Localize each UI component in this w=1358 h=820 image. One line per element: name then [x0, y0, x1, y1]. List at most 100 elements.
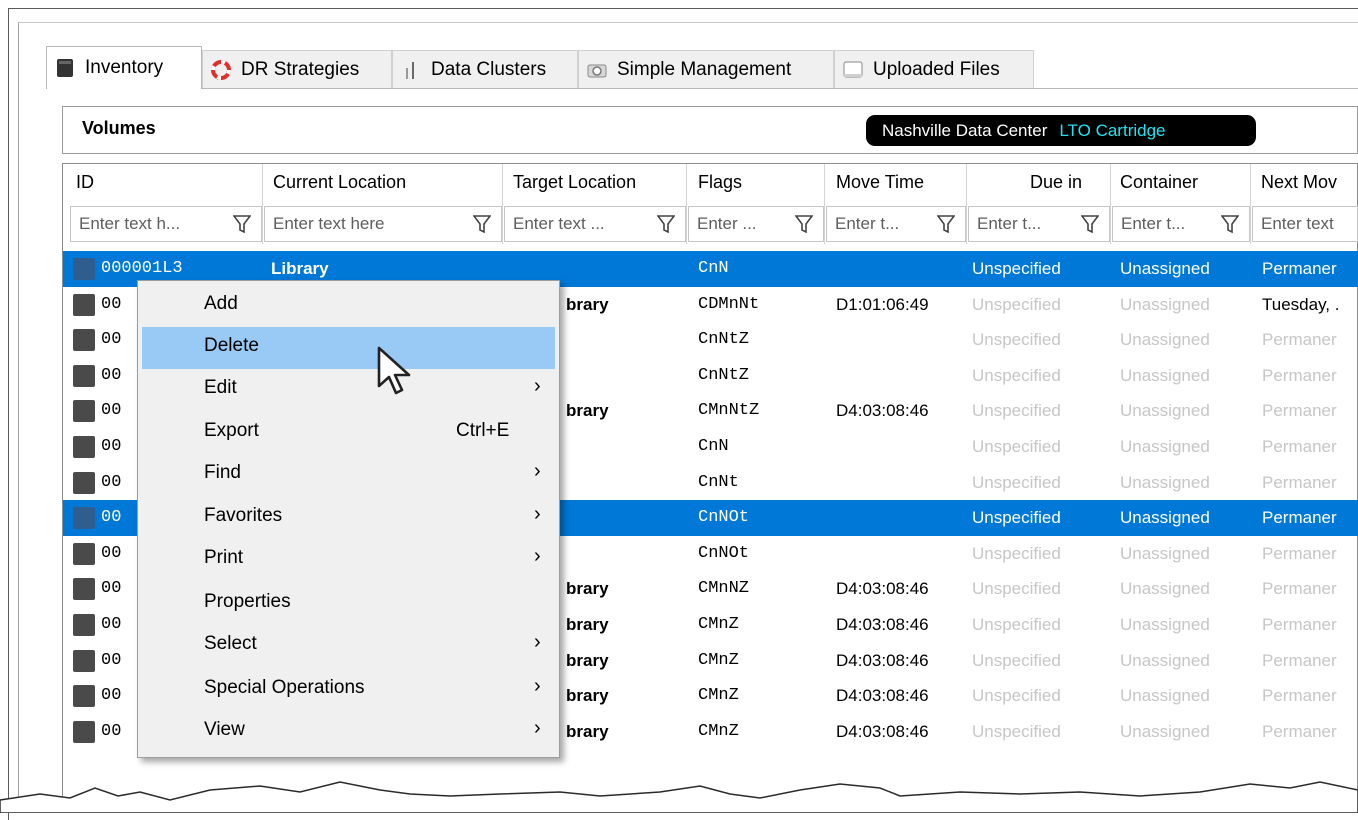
cell-next-move: Permaner [1262, 721, 1337, 741]
filter-next-move[interactable]: Enter text [1252, 206, 1358, 242]
tape-icon [73, 685, 95, 708]
cell-due-in: Unspecified [972, 259, 1061, 278]
filter-funnel-icon[interactable] [932, 207, 960, 241]
column-header-flags[interactable]: Flags [698, 172, 742, 193]
filter-placeholder: Enter text h... [79, 214, 181, 233]
filter-placeholder: Enter text here [273, 214, 385, 233]
cell-flags: CDMnNt [698, 294, 760, 314]
menu-shortcut: Ctrl+E [456, 420, 510, 441]
location-name: Nashville Data Center [882, 120, 1048, 140]
context-menu[interactable]: Add Delete Edit › Export Ctrl+E Find › Favorites… [137, 280, 560, 758]
column-header-due-in[interactable]: Due in [1030, 172, 1082, 193]
menu-item-properties[interactable]: Properties [142, 583, 555, 625]
window-icon [843, 61, 863, 77]
cell-move-time: D4:03:08:46 [836, 579, 929, 599]
cell-due-in: Unspecified [972, 615, 1061, 634]
column-divider[interactable] [824, 164, 825, 244]
tape-icon [73, 293, 95, 316]
cell-move-time: D4:03:08:46 [836, 686, 929, 706]
menu-item-find[interactable]: Find › [142, 454, 555, 496]
filter-placeholder: Enter t... [835, 214, 900, 233]
cell-container: Unassigned [1120, 330, 1210, 350]
location-badge[interactable]: Nashville Data Center LTO Cartridge [866, 115, 1256, 146]
cell-next-move: Permaner [1262, 259, 1337, 278]
menu-item-label: Add [204, 293, 238, 314]
tab-inventory[interactable]: Inventory [46, 46, 202, 89]
cell-flags: CnNOt [698, 543, 750, 563]
chevron-right-icon: › [534, 717, 541, 739]
cell-target-location: brary [566, 721, 609, 741]
column-header-current-location[interactable]: Current Location [273, 172, 406, 193]
filter-current-location[interactable]: Enter text here [264, 206, 502, 242]
menu-item-special-operations[interactable]: Special Operations › [142, 669, 555, 711]
cell-target-location: brary [566, 401, 609, 421]
tab-uploaded-files[interactable]: Uploaded Files [834, 50, 1034, 88]
menu-item-print[interactable]: Print › [142, 539, 555, 581]
menu-item-label: Find [204, 462, 241, 483]
column-header-container[interactable]: Container [1120, 172, 1198, 193]
tape-icon [73, 471, 95, 494]
cell-flags: CMnNtZ [698, 401, 760, 421]
cell-target-location: brary [566, 579, 609, 599]
cell-move-time: D4:03:08:46 [836, 401, 929, 421]
chevron-right-icon: › [534, 631, 541, 653]
filter-funnel-icon[interactable] [652, 207, 680, 241]
filter-funnel-icon[interactable] [790, 207, 818, 241]
tab-strip-line [46, 88, 1358, 89]
tape-icon [73, 542, 95, 565]
menu-item-favorites[interactable]: Favorites › [142, 497, 555, 539]
filter-funnel-icon[interactable] [468, 207, 496, 241]
cell-next-move: Permaner [1262, 543, 1337, 563]
filter-placeholder: Enter t... [977, 214, 1042, 233]
tab-data-clusters[interactable]: Data Clusters [392, 50, 578, 88]
cell-due-in: Unspecified [972, 686, 1061, 706]
cell-flags: CnN [698, 437, 729, 456]
column-header-id[interactable]: ID [76, 172, 94, 193]
filter-funnel-icon[interactable] [1076, 207, 1104, 241]
media-type: LTO Cartridge [1059, 120, 1166, 140]
chevron-right-icon: › [534, 675, 541, 697]
cell-move-time: D4:03:08:46 [836, 721, 929, 741]
cell-next-move: Permaner [1262, 401, 1337, 421]
chevron-right-icon: › [534, 545, 541, 567]
tab-dr-strategies[interactable]: DR Strategies [202, 50, 392, 88]
column-divider[interactable] [1250, 164, 1251, 244]
tape-icon [73, 258, 95, 280]
column-divider[interactable] [1110, 164, 1111, 244]
cell-next-move: Permaner [1262, 330, 1337, 350]
cell-container: Unassigned [1120, 401, 1210, 421]
cell-move-time: D4:03:08:46 [836, 650, 929, 670]
cell-due-in: Unspecified [972, 437, 1061, 456]
cell-next-move: Permaner [1262, 650, 1337, 670]
cell-id: 00 [101, 615, 122, 634]
cell-next-move: Permaner [1262, 615, 1337, 634]
menu-item-edit[interactable]: Edit › [142, 369, 555, 411]
menu-item-label: Edit [204, 377, 237, 398]
filter-funnel-icon[interactable] [228, 207, 256, 241]
cell-flags: CMnZ [698, 615, 739, 634]
tape-icon [73, 614, 95, 636]
cell-id: 00 [101, 579, 122, 599]
cell-id: 00 [101, 401, 122, 421]
tab-simple-management[interactable]: Simple Management [578, 50, 834, 88]
menu-item-delete[interactable]: Delete [142, 327, 555, 369]
column-header-next-move[interactable]: Next Mov [1261, 172, 1337, 193]
menu-item-export[interactable]: Export Ctrl+E [142, 412, 555, 454]
column-divider[interactable] [966, 164, 967, 244]
cell-next-move: Permaner [1262, 686, 1337, 706]
column-divider[interactable] [502, 164, 503, 244]
cell-container: Unassigned [1120, 508, 1210, 528]
menu-item-select[interactable]: Select › [142, 625, 555, 667]
menu-item-view[interactable]: View › [142, 711, 555, 753]
cell-next-move: Permaner [1262, 508, 1337, 528]
tape-icon [73, 436, 95, 458]
column-divider[interactable] [686, 164, 687, 244]
cell-container: Unassigned [1120, 543, 1210, 563]
column-header-move-time[interactable]: Move Time [836, 172, 924, 193]
column-header-target-location[interactable]: Target Location [513, 172, 636, 193]
column-divider[interactable] [262, 164, 263, 244]
menu-item-add[interactable]: Add [142, 285, 555, 327]
filter-funnel-icon[interactable] [1216, 207, 1244, 241]
menu-item-label: Special Operations [204, 677, 365, 698]
cell-container: Unassigned [1120, 437, 1210, 456]
